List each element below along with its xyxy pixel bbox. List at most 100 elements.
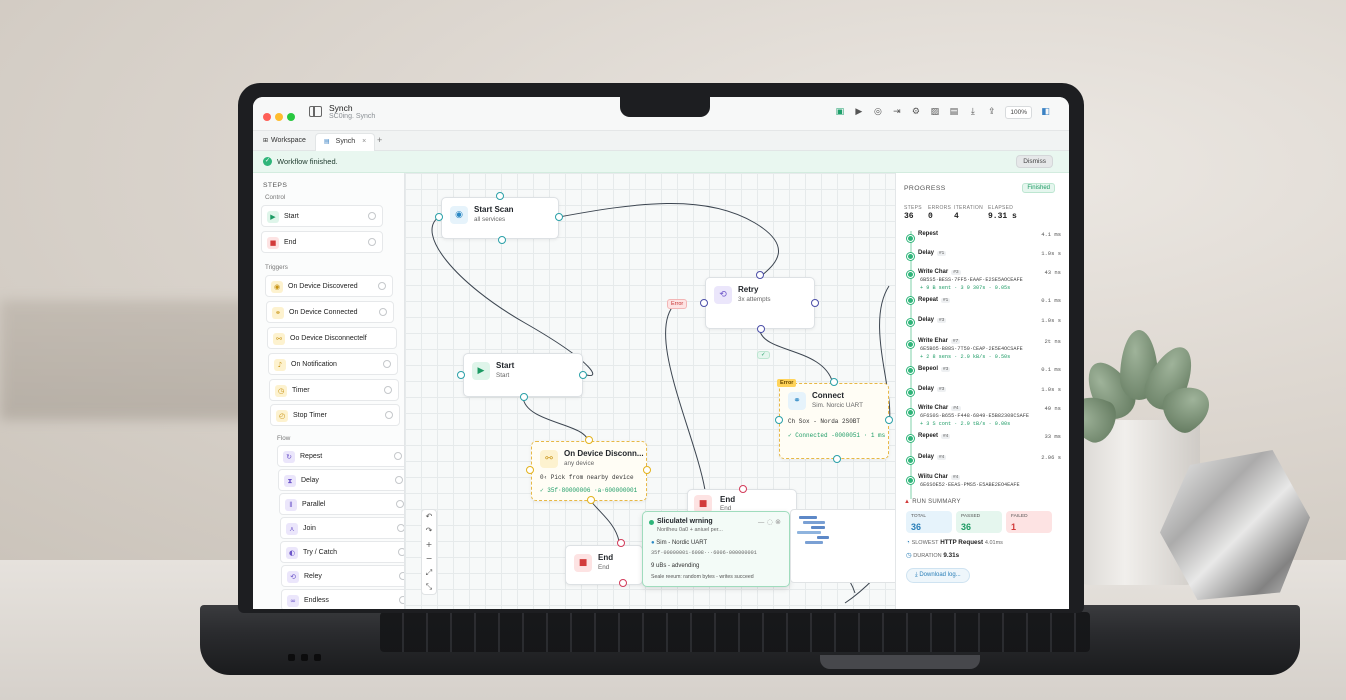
step-icon[interactable]: ⇥ xyxy=(891,107,902,118)
add-step-icon[interactable] xyxy=(379,308,387,316)
node-retry[interactable]: ⟲ Retry 3x attempts xyxy=(705,277,815,329)
step-delay[interactable]: ⧗ Delay xyxy=(278,469,404,491)
input-port[interactable] xyxy=(617,539,625,547)
film-icon[interactable]: ▤ xyxy=(948,107,959,118)
debug-icon[interactable]: ⚙ xyxy=(910,107,921,118)
step-on-notification[interactable]: ♪ On Notification xyxy=(268,353,398,375)
share-icon[interactable]: ⇪ xyxy=(986,107,997,118)
output-port[interactable] xyxy=(757,325,765,333)
add-step-icon[interactable] xyxy=(384,386,392,394)
undo-button[interactable]: ↶ xyxy=(422,510,436,524)
event-write-char[interactable]: Write Char #4 xyxy=(918,405,961,411)
event-delay[interactable]: Delay #4 xyxy=(918,454,947,460)
add-step-icon[interactable] xyxy=(368,212,376,220)
sidebar-toggle-icon[interactable] xyxy=(309,106,322,117)
redo-button[interactable]: ↷ xyxy=(422,524,436,538)
input-port[interactable] xyxy=(775,416,783,424)
minimize-window-button[interactable] xyxy=(275,113,283,121)
step-start[interactable]: ▶ Start xyxy=(261,205,383,227)
tab-synch[interactable]: ▤ Synch × xyxy=(315,133,376,151)
output-port[interactable] xyxy=(811,299,819,307)
input-port[interactable] xyxy=(756,271,764,279)
node-start-scan[interactable]: ◉ Start Scan all services xyxy=(441,197,559,239)
collapse-button[interactable]: ⤡ xyxy=(422,580,436,594)
step-on-device-discovered[interactable]: ◉ On Device Discovered xyxy=(265,275,393,297)
event-repeat[interactable]: Bepeol #3 xyxy=(918,366,951,372)
add-step-icon[interactable] xyxy=(395,476,403,484)
step-parallel[interactable]: ⫴ Parallel xyxy=(279,493,404,515)
tab-workspace[interactable]: ⊞ Workspace xyxy=(255,133,314,151)
event-write-char[interactable]: Wiitu Char #4 xyxy=(918,474,961,480)
event-write-char[interactable]: Write Ehar #7 xyxy=(918,338,961,344)
event-repeat[interactable]: Repest xyxy=(918,231,938,237)
window-controls[interactable] xyxy=(263,108,299,126)
download-log-button[interactable]: ⤓ Download log... xyxy=(906,568,970,583)
step-try-catch[interactable]: ◐ Try / Catch xyxy=(280,541,404,563)
download-icon[interactable]: ⤓ xyxy=(967,107,978,118)
zoom-out-button[interactable]: − xyxy=(422,552,436,566)
node-on-device-disconnected[interactable]: ⚯ On Device Disconn... any device 0‹ Pic… xyxy=(531,441,647,501)
add-step-icon[interactable] xyxy=(398,548,404,556)
output-port[interactable] xyxy=(885,416,893,424)
step-on-device-connected[interactable]: ⚭ On Device Connected xyxy=(266,301,394,323)
play-icon[interactable]: ▶ xyxy=(853,107,864,118)
record-icon[interactable]: ◎ xyxy=(872,107,883,118)
event-write-char[interactable]: Write Char #3 xyxy=(918,269,961,275)
close-tab-icon[interactable]: × xyxy=(362,138,366,145)
input-port[interactable] xyxy=(585,436,593,444)
output-port[interactable] xyxy=(498,236,506,244)
add-step-icon[interactable] xyxy=(394,452,402,460)
step-end[interactable]: ■ End xyxy=(261,231,383,253)
add-step-icon[interactable] xyxy=(368,238,376,246)
save-icon[interactable]: ▣ xyxy=(834,107,845,118)
step-repeat[interactable]: ↻ Repest xyxy=(277,445,404,467)
step-join[interactable]: ⋏ Join xyxy=(280,517,404,539)
step-stop-timer[interactable]: ◴ Stop Timer xyxy=(270,404,400,426)
node-start[interactable]: ▶ Start Start xyxy=(463,353,583,397)
add-step-icon[interactable] xyxy=(396,500,404,508)
input-port[interactable] xyxy=(700,299,708,307)
close-window-button[interactable] xyxy=(263,113,271,121)
zoom-window-button[interactable] xyxy=(287,113,295,121)
output-port[interactable] xyxy=(555,213,563,221)
input-port[interactable] xyxy=(739,485,747,493)
step-timer[interactable]: ◷ Timer xyxy=(269,379,399,401)
zoom-in-button[interactable]: + xyxy=(422,538,436,552)
add-step-icon[interactable] xyxy=(397,524,404,532)
panel-icon[interactable]: ◧ xyxy=(1040,107,1051,118)
event-delay[interactable]: Delay #3 xyxy=(918,386,947,392)
input-port[interactable] xyxy=(526,466,534,474)
workflow-canvas[interactable]: ◉ Start Scan all services ⟲ Retry 3x att… xyxy=(405,173,895,609)
event-delay[interactable]: Delay #1 xyxy=(918,250,947,256)
fit-view-button[interactable]: ⤢ xyxy=(422,566,436,580)
add-step-icon[interactable] xyxy=(383,360,391,368)
add-tab-button[interactable]: + xyxy=(377,135,382,145)
simulated-warning-toast[interactable]: Sliculatel wrning Norilheu 0a0 + aniuel … xyxy=(642,511,790,587)
step-endless[interactable]: ∞ Endless xyxy=(281,589,404,609)
add-step-icon[interactable] xyxy=(385,411,393,419)
input-port[interactable] xyxy=(457,371,465,379)
output-port[interactable] xyxy=(587,496,595,504)
event-repeat[interactable]: Repeet #4 xyxy=(918,433,951,439)
output-port[interactable] xyxy=(520,393,528,401)
event-delay[interactable]: Delay #3 xyxy=(918,317,947,323)
step-retry[interactable]: ⟲ Reley xyxy=(281,565,404,587)
node-end-a[interactable]: ■ End End xyxy=(565,545,643,585)
input-port[interactable] xyxy=(830,378,838,386)
input-port[interactable] xyxy=(435,213,443,221)
output-port[interactable] xyxy=(833,455,841,463)
laptop-ports xyxy=(288,648,327,666)
minimap[interactable]: ⌄ xyxy=(790,509,895,583)
zoom-level[interactable]: 100% xyxy=(1005,106,1032,119)
output-port[interactable] xyxy=(579,371,587,379)
output-port[interactable] xyxy=(643,466,651,474)
toast-controls[interactable]: — ◌ ⊗ xyxy=(758,518,781,526)
dismiss-button[interactable]: Dismiss xyxy=(1016,155,1053,168)
add-step-icon[interactable] xyxy=(378,282,386,290)
node-connect[interactable]: ⚭ Connect Sim. Norcic UART Ch Sox - Nord… xyxy=(779,383,889,459)
step-on-device-disconnected[interactable]: ⚯ Oo Device Disconnectelf xyxy=(267,327,397,349)
input-port[interactable] xyxy=(496,192,504,200)
output-port[interactable] xyxy=(619,579,627,587)
event-repeat[interactable]: Repeat #1 xyxy=(918,297,951,303)
image-icon[interactable]: ▨ xyxy=(929,107,940,118)
